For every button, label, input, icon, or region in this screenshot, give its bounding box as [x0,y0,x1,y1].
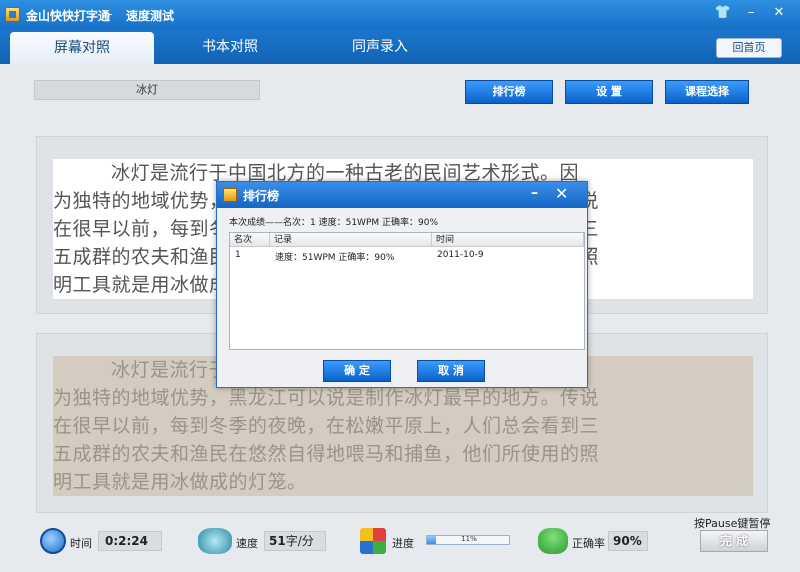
column-header-record[interactable]: 记录 [270,233,432,247]
time-label: 时间 [70,537,92,550]
settings-button[interactable]: 设 置 [565,80,653,104]
typed-line: 五成群的农夫和渔民在悠然自得地喂马和捕鱼，他们所使用的照 [53,440,753,468]
dialog-title: 排行榜 [243,189,280,203]
tab-dictation[interactable]: 同声录入 [330,30,430,64]
progress-bar: 11% [426,535,510,545]
dialog-app-icon [223,188,237,202]
speed-value-box: 51字/分 [264,531,326,551]
cancel-button[interactable]: 取 消 [417,360,485,382]
typed-line: 为独特的地域优势，黑龙江可以说是制作冰灯最早的地方。传说 [53,384,753,412]
dialog-close-icon[interactable]: ✕ [555,184,568,203]
column-header-time[interactable]: 时间 [432,233,584,247]
leaderboard-dialog: 排行榜 – ✕ 本次成绩——名次：1 速度：51WPM 正确率：90% 名次 记… [216,181,588,388]
leaderboard-button[interactable]: 排行榜 [465,80,553,104]
speed-unit: 字/分 [285,534,314,548]
course-select-button[interactable]: 课程选择 [665,80,749,104]
speed-label: 速度 [236,537,258,550]
ok-button[interactable]: 确 定 [323,360,391,382]
progress-icon [360,528,386,554]
app-title: 金山快快打字通 [26,9,111,23]
app-logo-icon [5,7,20,22]
leaderboard-table: 名次 记录 时间 1 速度：51WPM 正确率：90% 2011-10-9 [229,232,585,350]
tab-book-compare[interactable]: 书本对照 [180,30,280,64]
row-time: 2011-10-9 [437,250,484,260]
pause-hint: 按Pause键暂停 [694,517,771,530]
skin-icon[interactable]: 👕 [714,4,732,22]
title-bar: 金山快快打字通 - 速度测试 👕 – ✕ [0,0,800,30]
dialog-minimize-icon[interactable]: – [531,185,538,201]
row-record: 速度：51WPM 正确率：90% [275,253,395,263]
speed-icon [198,528,232,554]
time-value: 0:2:24 [98,531,162,551]
typed-line: 明工具就是用冰做成的灯笼。 [53,468,753,496]
column-header-rank[interactable]: 名次 [230,233,270,247]
row-rank: 1 [235,250,241,260]
result-summary: 本次成绩——名次：1 速度：51WPM 正确率：90% [229,218,438,228]
title-separator: - [108,7,113,21]
accuracy-label: 正确率 [572,537,605,550]
accuracy-icon [538,528,568,554]
accuracy-value: 90% [608,531,648,551]
lesson-title: 冰灯 [34,80,260,100]
tab-bar: 屏幕对照 书本对照 同声录入 回首页 [0,30,800,64]
progress-text: 11% [461,535,477,543]
clock-icon [40,528,66,554]
finish-button[interactable]: 完 成 [700,530,768,552]
close-icon[interactable]: ✕ [770,4,788,22]
tab-screen-compare[interactable]: 屏幕对照 [10,32,154,64]
dialog-title-bar: 排行榜 – ✕ [217,182,587,208]
typed-line: 在很早以前，每到冬季的夜晚，在松嫩平原上，人们总会看到三 [53,412,753,440]
minimize-icon[interactable]: – [742,4,760,22]
progress-label: 进度 [392,537,414,550]
mode-title: 速度测试 [126,9,175,23]
home-button[interactable]: 回首页 [716,38,782,58]
speed-value: 51 [269,534,286,548]
